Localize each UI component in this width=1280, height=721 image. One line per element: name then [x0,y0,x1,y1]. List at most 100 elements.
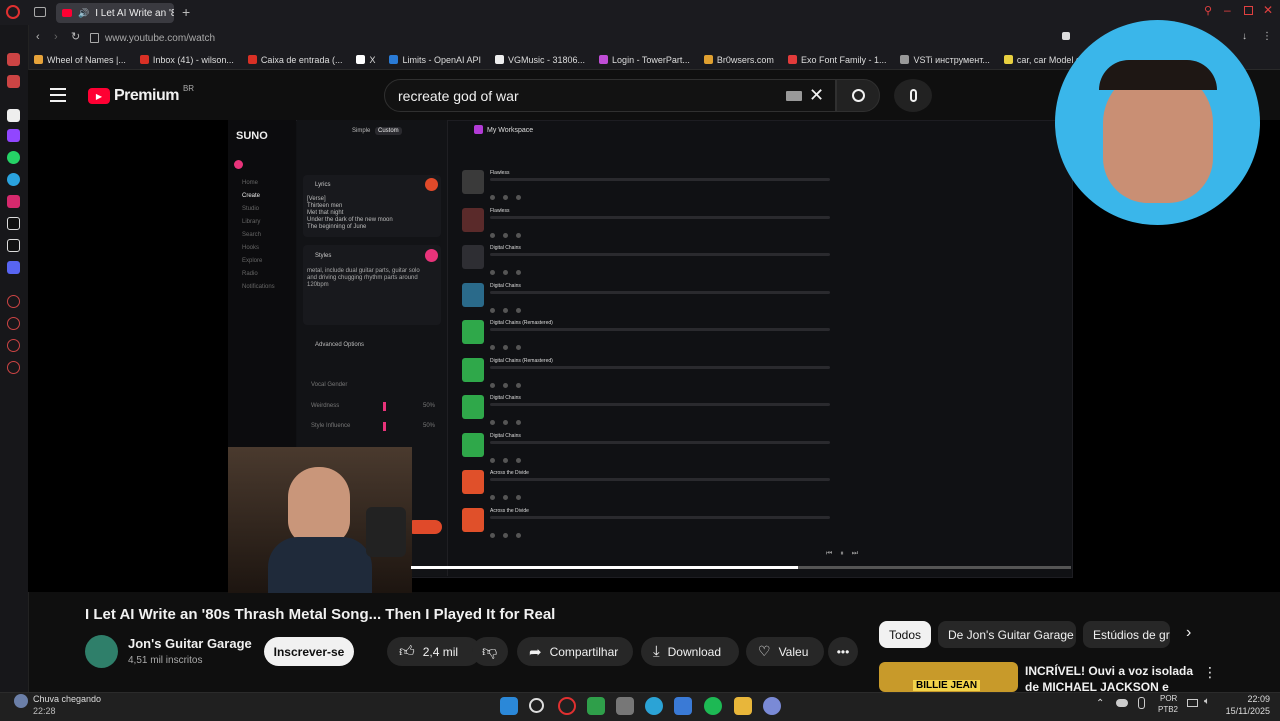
whatsapp-icon[interactable] [7,151,20,164]
thanks-button[interactable]: ♡ Valeu [746,637,824,666]
speaker-icon[interactable]: 🔊 [78,8,89,19]
clear-search-icon[interactable]: ✕ [809,85,824,106]
mode-custom: Custom [375,127,402,135]
channel-avatar[interactable] [85,635,118,668]
sidebar-player-icon[interactable] [7,295,20,308]
menu-dots-icon[interactable]: ⋮ [1262,31,1272,42]
forward-button[interactable]: › [54,31,58,43]
song-thumbnail [462,470,484,494]
extension-icon[interactable] [1062,32,1070,40]
presenter-face [288,467,350,545]
edge-icon[interactable] [645,697,663,715]
youtube-logo[interactable]: ▶ Premium BR [88,84,194,105]
file-explorer-icon[interactable] [734,697,752,715]
bookmark-item[interactable]: VGMusic - 31806... [495,55,585,65]
taskbar-app-icon[interactable] [674,697,692,715]
channel-name[interactable]: Jon's Guitar Garage [128,636,252,651]
discord-icon[interactable] [7,261,20,274]
weather-icon[interactable] [14,694,28,708]
more-actions-button[interactable]: ••• [828,637,858,666]
clock-date[interactable]: 15/11/2025 [1222,706,1270,716]
telegram-icon[interactable] [7,173,20,186]
song-title: Flawless [490,207,510,214]
back-button[interactable]: ‹ [36,31,40,43]
song-row: Digital Chains [460,243,1060,279]
opera-taskbar-icon[interactable] [558,697,576,715]
recommendation-menu-icon[interactable]: ⋮ [1203,664,1217,681]
search-button[interactable] [836,79,880,112]
twitch-icon[interactable] [7,129,20,142]
search-tabs-icon[interactable]: ⚲ [1204,4,1212,17]
bookmark-item[interactable]: Wheel of Names |... [34,55,126,65]
minimize-button[interactable]: – [1224,3,1231,17]
bookmark-item[interactable]: Limits - OpenAI API [389,55,481,65]
weather-time: 22:28 [33,706,56,716]
sidebar-tools-icon[interactable] [7,339,20,352]
bookmark-label: Limits - OpenAI API [402,54,481,65]
voice-search-button[interactable] [894,79,932,112]
clock-time[interactable]: 22:09 [1222,694,1270,704]
tiktok-icon[interactable] [7,217,20,230]
x-icon[interactable] [7,239,20,252]
hamburger-menu-icon[interactable] [50,88,66,102]
chip-studios[interactable]: Estúdios de gr [1083,621,1170,648]
sidebar-aria-icon[interactable] [7,109,20,122]
suno-nav-item: Radio [242,271,258,277]
chip-from-channel[interactable]: De Jon's Guitar Garage [938,621,1076,648]
bookmark-item[interactable]: Exo Font Family - 1... [787,55,886,65]
new-tab-button[interactable]: + [182,4,190,20]
song-action-icons [490,337,530,350]
dislike-button[interactable]: 👎︎ [472,637,508,666]
history-icon[interactable] [7,317,20,330]
bookmark-item[interactable]: Caixa de entrada (... [247,55,342,65]
bookmark-item[interactable]: Login - TowerPart... [599,55,690,65]
cloud-icon[interactable] [1116,699,1128,707]
bookmark-item[interactable]: X [356,55,375,65]
like-button[interactable]: 👍︎ 2,4 mil [387,637,481,666]
start-icon[interactable] [500,697,518,715]
keyboard-layout[interactable]: PTB2 [1158,705,1178,714]
download-button[interactable]: ⤓ Download [641,637,739,666]
tray-chevron-icon[interactable]: ⌃ [1096,698,1104,709]
maximize-button[interactable] [1244,6,1253,15]
reload-button[interactable]: ↻ [71,30,80,43]
download-icon[interactable]: ↓ [1242,31,1247,42]
xbox-icon[interactable] [587,697,605,715]
share-button[interactable]: ➦ Compartilhar [517,637,633,666]
spotify-icon[interactable] [704,697,722,715]
recommendation-thumbnail[interactable]: BILLIE JEAN [879,662,1018,692]
volume-icon[interactable]: 🔈︎ [1204,696,1210,707]
chip-all[interactable]: Todos [879,621,931,648]
suno-player-controls: ⏮⏸⏭ [826,550,867,557]
taskbar-app-icon[interactable] [616,697,634,715]
taskbar-app-icon[interactable] [763,697,781,715]
tab-overview-icon[interactable] [34,7,46,17]
progress-bar-fill [411,566,798,569]
subscribe-button[interactable]: Inscrever-se [264,637,354,666]
chevron-right-icon[interactable]: › [1186,624,1191,642]
recommendation-title[interactable]: INCRÍVEL! Ouvi a voz isolada de MICHAEL … [1025,663,1195,693]
settings-icon[interactable] [7,361,20,374]
sidebar-app-icon[interactable] [7,53,20,66]
browser-tab-strip: 🔊 I Let AI Write an '80s T + ⚲ – ✕ [0,0,1280,25]
keyboard-icon[interactable] [786,91,802,101]
song-title: Digital Chains [490,245,521,251]
bookmark-item[interactable]: Br0wsers.com [703,55,774,65]
vocal-gender-label: Vocal Gender [311,382,348,388]
song-thumbnail [462,357,484,382]
instagram-icon[interactable] [7,195,20,208]
close-window-button[interactable]: ✕ [1263,3,1273,17]
bookmark-item[interactable]: VSTi инструмент... [900,54,990,65]
song-thumbnail [462,432,484,457]
url-bar[interactable]: www.youtube.com/watch [90,29,1020,47]
bookmark-item[interactable]: Inbox (41) - wilson... [139,55,234,65]
language-code[interactable]: POR [1160,694,1177,703]
bookmark-label: VSTi инструмент... [913,54,990,65]
windows-taskbar [0,692,1280,721]
taskbar-search-icon[interactable] [529,698,544,713]
microphone-tray-icon[interactable] [1138,697,1145,709]
display-icon[interactable] [1187,699,1198,707]
opera-logo-icon[interactable] [6,5,20,19]
active-tab[interactable]: 🔊 I Let AI Write an '80s T [56,3,174,23]
sidebar-app-icon[interactable] [7,75,20,88]
